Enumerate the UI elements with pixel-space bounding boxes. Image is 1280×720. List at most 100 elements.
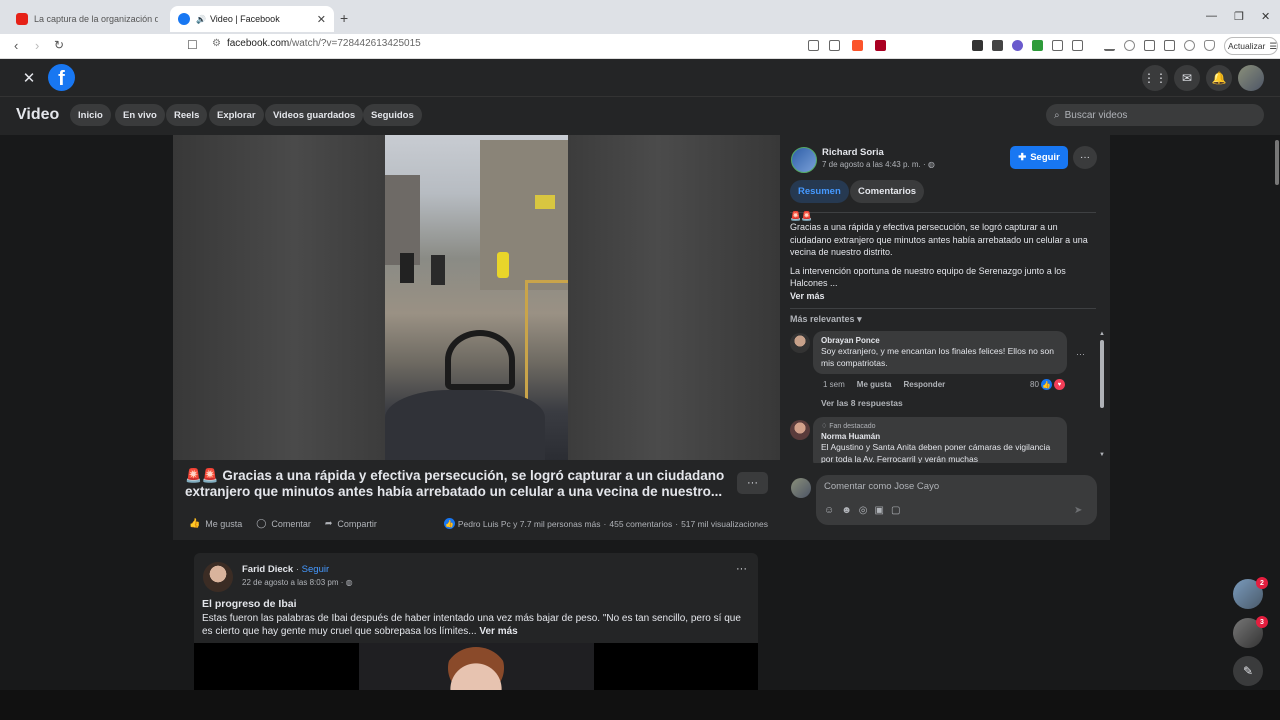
cast-icon[interactable] — [808, 40, 819, 51]
facebook-logo-icon[interactable]: f — [48, 64, 75, 91]
share-icon[interactable] — [829, 40, 840, 51]
vpn-icon[interactable] — [1204, 40, 1215, 51]
nav-pill-seguidos[interactable]: Seguidos — [363, 104, 422, 126]
video-player[interactable] — [173, 135, 780, 460]
post-author-name[interactable]: Farid Dieck — [242, 564, 293, 575]
commenter-avatar[interactable] — [790, 333, 810, 353]
comment-reactions[interactable]: 80 👍 ♥ — [1030, 379, 1065, 390]
view-replies-link[interactable]: Ver las 8 respuestas — [821, 398, 903, 408]
sticker-icon[interactable]: ▢ — [891, 505, 900, 516]
close-window-icon[interactable]: ✕ — [1261, 10, 1270, 23]
building-right — [480, 140, 568, 290]
nav-pill-en-vivo[interactable]: En vivo — [115, 104, 165, 126]
back-icon[interactable]: ‹ — [14, 38, 18, 53]
page-scrollbar[interactable] — [1275, 140, 1279, 185]
follow-button[interactable]: ✚ Seguir — [1010, 146, 1068, 169]
music-icon[interactable] — [1124, 40, 1135, 51]
share-button[interactable]: ➦ Compartir — [325, 518, 377, 529]
search-input[interactable] — [1064, 109, 1245, 121]
extension-circle-icon[interactable] — [1012, 40, 1023, 51]
minimize-icon[interactable]: — — [1206, 10, 1217, 22]
profile-avatar[interactable] — [1238, 65, 1264, 91]
tab-facebook-video[interactable]: 🔊 Video | Facebook ✕ — [170, 6, 334, 32]
gif-icon[interactable]: ▣ — [874, 505, 883, 516]
comment-options-icon[interactable]: ··· — [1076, 349, 1085, 359]
site-settings-icon[interactable]: ⚙ — [212, 38, 221, 49]
commenter-name[interactable]: Norma Huamán — [821, 432, 1059, 441]
post-more-options-icon[interactable]: ··· — [736, 563, 747, 575]
post-text: Estas fueron las palabras de Ibai despué… — [202, 612, 752, 638]
notifications-icon[interactable]: 🔔 — [1206, 65, 1232, 91]
see-more-link[interactable]: Ver más — [479, 626, 517, 637]
comments-scrollbar[interactable] — [1100, 340, 1104, 408]
comment-bubble: ♢ Fan destacado Norma Huamán El Agustino… — [813, 417, 1067, 463]
rider-arm — [385, 390, 545, 460]
avatar-sticker-icon[interactable]: ☺ — [824, 505, 834, 516]
comment-composer[interactable]: ☺ ☻ ◎ ▣ ▢ ➤ — [816, 475, 1097, 525]
update-button[interactable]: Actualizar ☰ — [1224, 37, 1278, 55]
comment-like-button[interactable]: Me gusta — [857, 380, 892, 389]
more-options-button[interactable]: ··· — [737, 472, 768, 494]
comment-reply-button[interactable]: Responder — [903, 380, 945, 389]
wallet-icon[interactable] — [1164, 40, 1175, 51]
extension-f-icon[interactable] — [972, 40, 983, 51]
screenshot-icon[interactable] — [1072, 40, 1083, 51]
bookmark-icon[interactable]: ☐ — [187, 38, 198, 52]
comment-button[interactable]: ◯ Comentar — [256, 518, 311, 529]
brave-rewards-icon[interactable] — [875, 40, 886, 51]
restore-icon[interactable]: ❐ — [1234, 10, 1244, 23]
nav-pill-videos-guardados[interactable]: Videos guardados — [265, 104, 364, 126]
extension-icon[interactable] — [992, 40, 1003, 51]
comment-input[interactable] — [824, 481, 1074, 492]
author-name[interactable]: Richard Soria — [822, 147, 884, 158]
sidebar-icon[interactable] — [1144, 40, 1155, 51]
commenter-avatar[interactable] — [790, 420, 810, 440]
post-date-text[interactable]: 22 de agosto a las 8:03 pm · — [242, 578, 343, 587]
address-bar[interactable]: ⚙ facebook.com/watch/?v=728442613425015 — [212, 38, 421, 49]
panel-more-button[interactable]: ··· — [1073, 146, 1097, 169]
post-author-avatar[interactable] — [203, 562, 233, 592]
see-more-link[interactable]: Ver más — [790, 291, 825, 301]
tab-resumen[interactable]: Resumen — [790, 180, 849, 203]
like-button[interactable]: 👍 Me gusta — [189, 518, 242, 529]
author-avatar[interactable] — [791, 147, 817, 173]
comment-time[interactable]: 1 sem — [823, 380, 845, 389]
leo-icon[interactable] — [1184, 40, 1195, 51]
video-frame[interactable] — [385, 135, 568, 460]
post-title: El progreso de Ibai — [202, 598, 297, 610]
nav-pill-reels[interactable]: Reels — [166, 104, 208, 126]
new-tab-button[interactable]: + — [340, 10, 348, 26]
video-search[interactable]: ⌕ — [1046, 104, 1264, 126]
scroll-down-icon[interactable]: ▼ — [1099, 452, 1105, 458]
tab-captura[interactable]: La captura de la organización delicu — [8, 6, 166, 32]
messenger-icon[interactable]: ✉ — [1174, 65, 1200, 91]
nav-pill-inicio[interactable]: Inicio — [70, 104, 111, 126]
forward-icon[interactable]: › — [35, 38, 39, 53]
menu-grid-icon[interactable]: ⋮⋮ — [1142, 65, 1168, 91]
nav-pill-explorar[interactable]: Explorar — [209, 104, 264, 126]
reload-icon[interactable]: ↻ — [54, 38, 64, 52]
scroll-up-icon[interactable]: ▲ — [1099, 331, 1105, 337]
reactions-summary[interactable]: Pedro Luis Pc y 7.7 mil personas más — [458, 519, 601, 529]
post-text-body: Estas fueron las palabras de Ibai despué… — [202, 613, 741, 637]
post-video-thumbnail[interactable] — [194, 643, 758, 690]
comments-count[interactable]: 455 comentarios — [609, 519, 672, 529]
commenter-name[interactable]: Obrayan Ponce — [821, 336, 1059, 345]
puzzle-icon[interactable] — [1052, 40, 1063, 51]
separator: · — [603, 518, 607, 529]
close-tab-icon[interactable]: ✕ — [317, 13, 326, 26]
emoji-icon[interactable]: ☻ — [841, 505, 852, 516]
comments-list: Obrayan Ponce Soy extranjero, y me encan… — [790, 331, 1102, 463]
downloads-icon[interactable] — [1104, 40, 1115, 51]
post-actions: 👍 Me gusta ◯ Comentar ➦ Compartir — [189, 518, 377, 529]
extension-download-icon[interactable] — [1032, 40, 1043, 51]
close-icon[interactable]: ✕ — [18, 67, 40, 89]
brave-shield-icon[interactable] — [852, 40, 863, 51]
globe-icon: ◍ — [927, 160, 935, 169]
tab-comentarios[interactable]: Comentarios — [850, 180, 925, 203]
send-icon[interactable]: ➤ — [1074, 505, 1082, 516]
follow-link[interactable]: Seguir — [302, 564, 329, 575]
sort-comments-dropdown[interactable]: Más relevantes ▾ — [790, 314, 862, 325]
camera-icon[interactable]: ◎ — [859, 505, 868, 516]
new-message-button[interactable]: ✎ — [1233, 656, 1263, 686]
